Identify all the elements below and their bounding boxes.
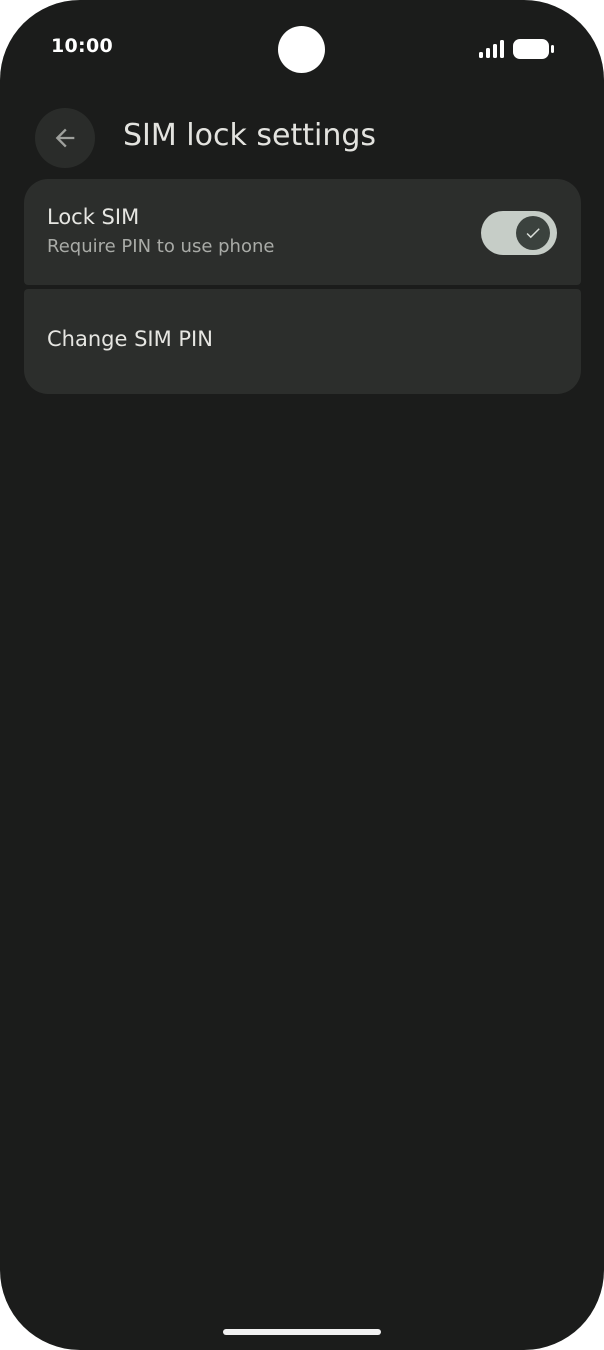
- lock-sim-item[interactable]: Lock SIM Require PIN to use phone: [24, 179, 581, 285]
- change-sim-pin-title: Change SIM PIN: [47, 327, 213, 351]
- battery-icon: [513, 39, 554, 59]
- status-bar: 10:00: [0, 0, 604, 96]
- app-bar: SIM lock settings: [0, 104, 604, 170]
- status-time: 10:00: [51, 35, 113, 57]
- camera-cutout: [278, 26, 325, 73]
- back-button[interactable]: [35, 108, 95, 168]
- page-title: SIM lock settings: [123, 118, 377, 153]
- signal-icon: [479, 40, 504, 58]
- lock-sim-title: Lock SIM: [47, 205, 140, 229]
- phone-screen: 10:00 SIM lock settings Lock SIM Require…: [0, 0, 604, 1350]
- toggle-thumb: [516, 216, 550, 250]
- lock-sim-summary: Require PIN to use phone: [47, 236, 275, 257]
- home-indicator[interactable]: [223, 1329, 381, 1335]
- lock-sim-toggle[interactable]: [481, 211, 557, 255]
- checkmark-icon: [526, 228, 540, 239]
- arrow-back-icon: [55, 128, 75, 148]
- change-sim-pin-item[interactable]: Change SIM PIN: [24, 289, 581, 394]
- settings-list: Lock SIM Require PIN to use phone Change…: [24, 179, 581, 394]
